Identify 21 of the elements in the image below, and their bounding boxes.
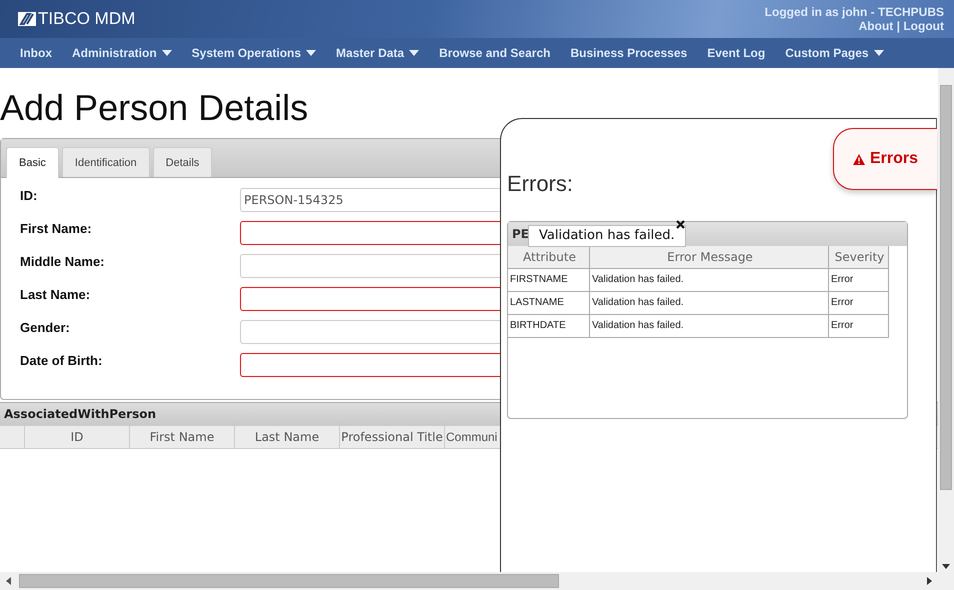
page-title: Add Person Details — [0, 88, 310, 128]
logged-in-text: Logged in as john - TECHPUBS — [764, 5, 944, 19]
field-label: Date of Birth: — [20, 353, 104, 368]
grid-title: PE — [512, 227, 529, 241]
table-cell: BIRTHDATE — [508, 315, 590, 338]
tooltip: Validation has failed. — [528, 225, 686, 247]
table-cell: Validation has failed. — [590, 315, 829, 338]
field-label: Last Name: — [20, 287, 92, 302]
table-cell: Error — [829, 292, 889, 315]
field-label: First Name: — [20, 221, 93, 236]
field-label: ID: — [20, 188, 38, 203]
table-cell: Error — [829, 315, 889, 338]
logo: TIBCO MDM — [18, 0, 136, 38]
field-label: Middle Name: — [20, 254, 106, 269]
table-cell: FIRSTNAME — [508, 269, 590, 292]
table-cell: Validation has failed. — [590, 292, 829, 315]
table-cell: Validation has failed. — [590, 269, 829, 292]
separator-text: | — [896, 19, 900, 33]
field-label: Gender: — [20, 320, 71, 335]
table-cell: LASTNAME — [508, 292, 590, 315]
table-cell: Error — [829, 269, 889, 292]
